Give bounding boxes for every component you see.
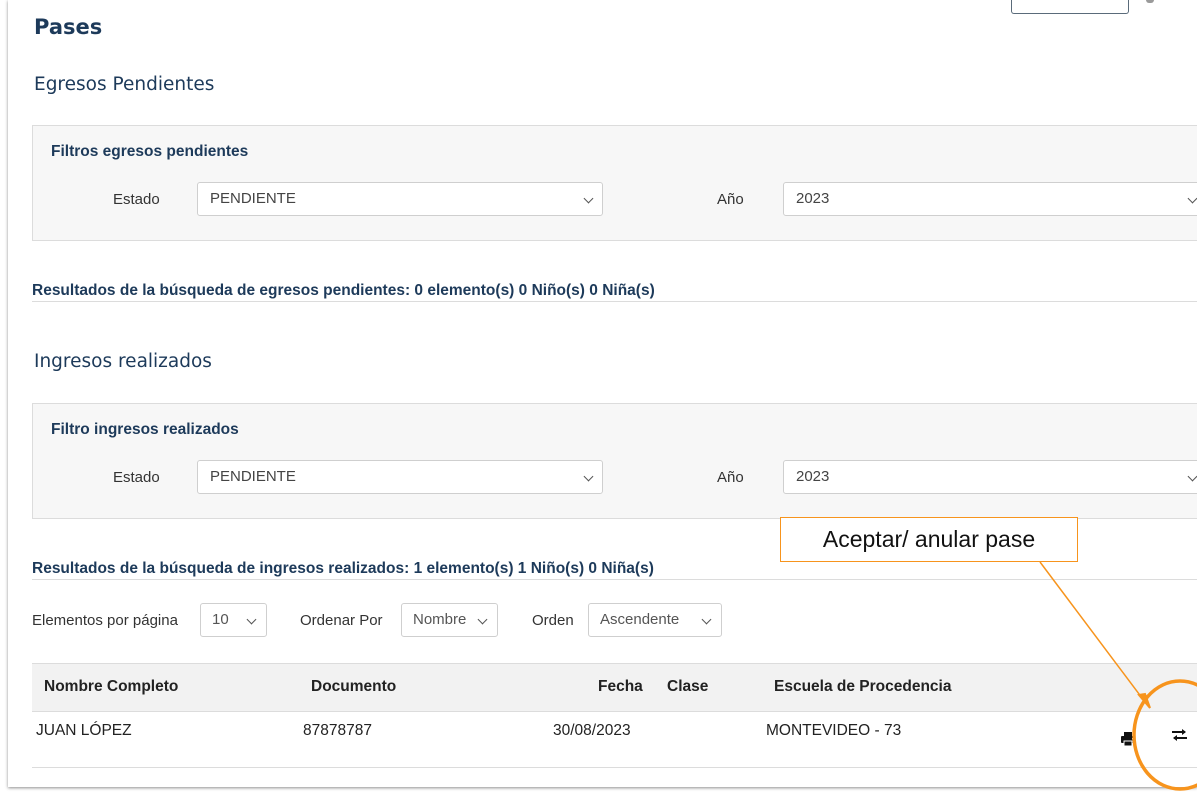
egresos-estado-label: Estado [113, 191, 160, 208]
egresos-filter-title: Filtros egresos pendientes [51, 143, 249, 160]
chevron-down-icon [1187, 471, 1197, 482]
egresos-anio-select[interactable]: 2023 [783, 182, 1197, 216]
divider [32, 301, 1197, 302]
divider [32, 579, 1197, 580]
order-by-label: Ordenar Por [300, 612, 383, 629]
top-menu-icon[interactable] [1146, 0, 1154, 3]
chevron-down-icon [246, 614, 257, 625]
page-frame: Pases Egresos Pendientes Filtros egresos… [8, 0, 1197, 787]
chevron-down-icon [701, 614, 712, 625]
page-title: Pases [34, 15, 103, 39]
column-header-fecha[interactable]: Fecha [598, 678, 643, 696]
per-page-label: Elementos por página [32, 612, 178, 629]
ingresos-filter-title: Filtro ingresos realizados [51, 421, 239, 438]
egresos-filter-panel: Filtros egresos pendientes Estado PENDIE… [32, 125, 1197, 241]
annotation-callout: Aceptar/ anular pase [780, 517, 1078, 562]
divider [32, 767, 1197, 768]
table-header: Nombre Completo Documento Fecha Clase Es… [32, 663, 1197, 712]
ingresos-results-title: Resultados de la búsqueda de ingresos re… [32, 560, 654, 577]
chevron-down-icon [583, 471, 594, 482]
ingresos-heading: Ingresos realizados [34, 351, 212, 372]
top-action-button[interactable] [1011, 0, 1129, 14]
cell-fecha: 30/08/2023 [553, 722, 631, 739]
egresos-anio-value: 2023 [796, 190, 830, 207]
transfer-icon[interactable] [1170, 728, 1189, 742]
chevron-down-icon [583, 193, 594, 204]
egresos-anio-label: Año [717, 191, 744, 208]
order-by-value: Nombre [413, 611, 467, 628]
egresos-estado-select[interactable]: PENDIENTE [197, 182, 603, 216]
ingresos-estado-select[interactable]: PENDIENTE [197, 460, 603, 494]
ingresos-estado-label: Estado [113, 469, 160, 486]
chevron-down-icon [1187, 193, 1197, 204]
ingresos-estado-value: PENDIENTE [210, 468, 296, 485]
ingresos-anio-value: 2023 [796, 468, 830, 485]
column-header-documento[interactable]: Documento [311, 678, 396, 696]
order-value: Ascendente [600, 611, 680, 628]
order-by-select[interactable]: Nombre [401, 603, 498, 637]
egresos-results-title: Resultados de la búsqueda de egresos pen… [32, 282, 655, 299]
column-header-nombre[interactable]: Nombre Completo [44, 678, 178, 696]
cell-documento: 87878787 [303, 722, 372, 739]
column-header-clase[interactable]: Clase [667, 678, 708, 696]
egresos-heading: Egresos Pendientes [34, 74, 215, 95]
ingresos-anio-select[interactable]: 2023 [783, 460, 1197, 494]
print-icon[interactable] [1120, 731, 1136, 747]
chevron-down-icon [477, 614, 488, 625]
ingresos-anio-label: Año [717, 469, 744, 486]
egresos-estado-value: PENDIENTE [210, 190, 296, 207]
cell-nombre: JUAN LÓPEZ [36, 722, 132, 739]
ingresos-filter-panel: Filtro ingresos realizados Estado PENDIE… [32, 403, 1197, 519]
order-label: Orden [532, 612, 574, 629]
per-page-select[interactable]: 10 [200, 603, 267, 637]
column-header-escuela[interactable]: Escuela de Procedencia [774, 678, 951, 696]
per-page-value: 10 [212, 611, 229, 628]
cell-escuela: MONTEVIDEO - 73 [766, 722, 902, 739]
order-select[interactable]: Ascendente [588, 603, 722, 637]
